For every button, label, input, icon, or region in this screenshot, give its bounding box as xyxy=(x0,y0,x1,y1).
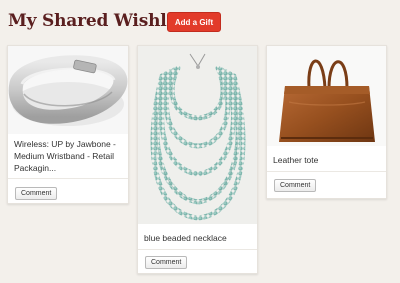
wishlist-item-card[interactable]: Leather tote Comment xyxy=(266,45,387,199)
wishlist-item-card[interactable]: blue beaded necklace Comment xyxy=(137,45,258,274)
item-title[interactable]: Wireless: UP by Jawbone - Medium Wristba… xyxy=(14,138,124,174)
page-title: My Shared Wishlist xyxy=(8,11,190,31)
comment-button[interactable]: Comment xyxy=(274,179,317,192)
item-title[interactable]: blue beaded necklace xyxy=(144,232,254,244)
tote-image[interactable] xyxy=(267,46,386,146)
tote-bag-icon xyxy=(267,46,386,146)
divider xyxy=(267,171,386,172)
wishlist-header: My Shared Wishlist Add a Gift xyxy=(0,0,400,44)
comment-button[interactable]: Comment xyxy=(145,256,188,269)
necklace-image[interactable] xyxy=(138,46,257,224)
necklace-icon xyxy=(138,46,257,224)
wishlist-item-card[interactable]: Wireless: UP by Jawbone - Medium Wristba… xyxy=(7,45,129,204)
wristband-image[interactable] xyxy=(8,46,128,134)
add-gift-button[interactable]: Add a Gift xyxy=(167,12,221,32)
wristband-icon xyxy=(8,46,128,134)
item-title[interactable]: Leather tote xyxy=(273,154,383,166)
comment-button[interactable]: Comment xyxy=(15,187,58,200)
divider xyxy=(138,249,257,250)
divider xyxy=(8,178,128,179)
